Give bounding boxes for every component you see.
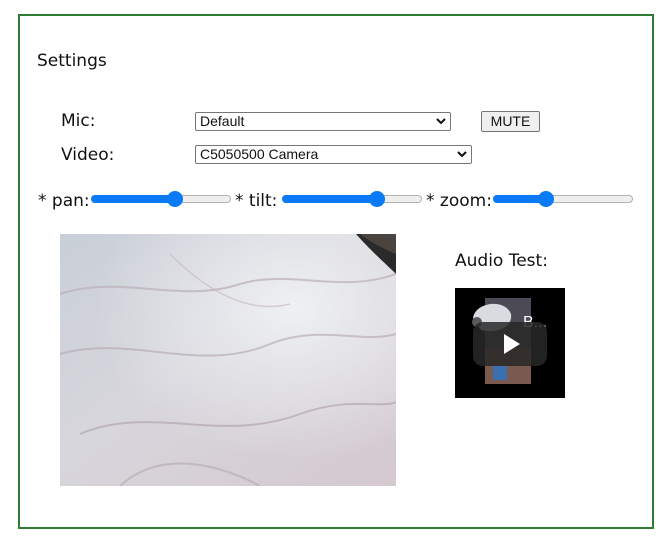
pan-slider-thumb[interactable] xyxy=(167,191,183,207)
pan-slider[interactable] xyxy=(91,191,231,207)
audio-test-video[interactable]: B... xyxy=(455,288,565,398)
zoom-slider-thumb[interactable] xyxy=(538,191,555,207)
play-icon xyxy=(504,334,520,354)
camera-feed-image xyxy=(60,234,396,486)
mic-select-value: Default xyxy=(200,113,245,129)
zoom-slider[interactable] xyxy=(493,191,633,207)
chevron-down-icon xyxy=(457,151,467,158)
video-select-value: C5050500 Camera xyxy=(200,146,319,162)
tilt-slider-thumb[interactable] xyxy=(369,191,386,207)
settings-title: Settings xyxy=(37,51,107,71)
chevron-down-icon xyxy=(436,118,446,125)
pan-label: * pan: xyxy=(38,191,90,211)
pan-slider-fill xyxy=(91,195,175,203)
camera-preview xyxy=(60,234,396,486)
zoom-label: * zoom: xyxy=(426,191,492,211)
tilt-label: * tilt: xyxy=(235,191,278,211)
play-button[interactable] xyxy=(473,322,547,366)
tilt-slider[interactable] xyxy=(282,191,422,207)
video-label: Video: xyxy=(61,145,115,165)
audio-test-label: Audio Test: xyxy=(455,251,548,271)
video-select[interactable]: C5050500 Camera xyxy=(195,145,472,164)
mic-select[interactable]: Default xyxy=(195,112,451,131)
mute-button[interactable]: MUTE xyxy=(481,111,540,132)
mic-label: Mic: xyxy=(61,111,96,131)
tilt-slider-fill xyxy=(282,195,378,203)
